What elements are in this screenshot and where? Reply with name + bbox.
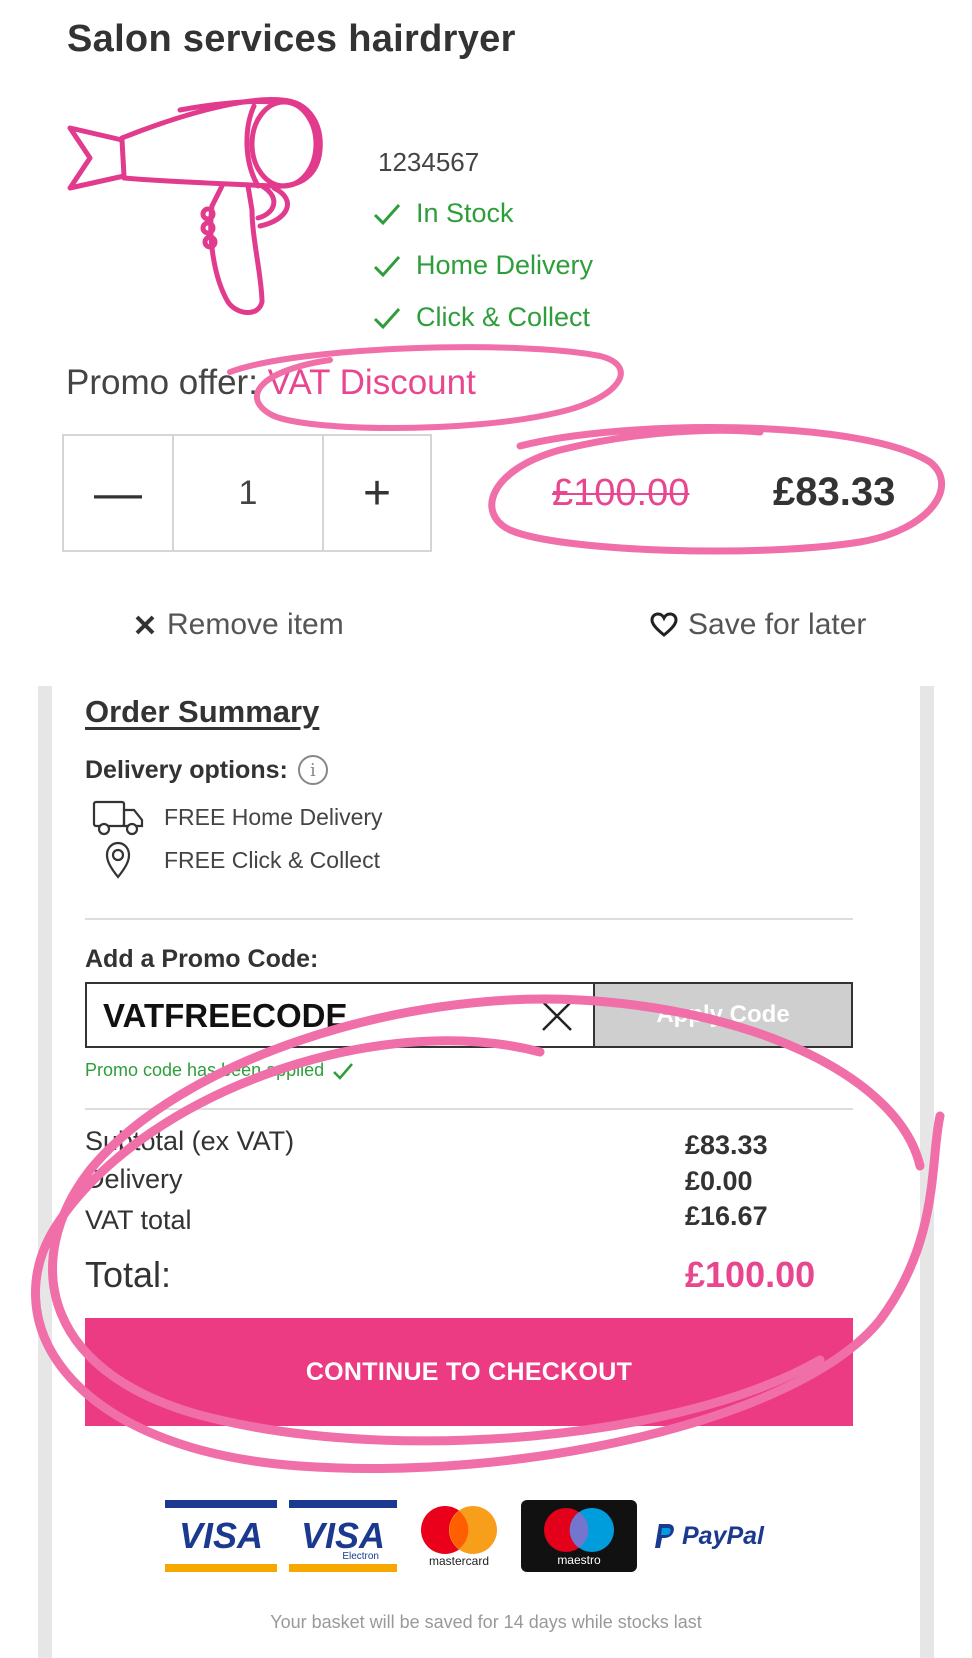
promo-status-message: Promo code has been applied — [85, 1060, 354, 1081]
maestro-logo: maestro — [521, 1500, 637, 1572]
stock-label: In Stock — [416, 198, 514, 228]
check-icon — [373, 255, 401, 277]
mastercard-circles-icon — [421, 1506, 497, 1554]
divider — [85, 1108, 853, 1110]
check-icon — [373, 307, 401, 329]
visa-logo: VISA — [165, 1500, 277, 1572]
visa-electron-subtext: Electron — [342, 1551, 379, 1562]
check-icon — [373, 203, 401, 225]
delivery-option-label: FREE Home Delivery — [164, 803, 383, 830]
stock-status-home-delivery: Home Delivery — [372, 250, 593, 281]
check-icon — [333, 1062, 354, 1080]
hairdryer-icon — [67, 97, 323, 315]
clear-promo-icon[interactable] — [539, 998, 575, 1034]
total-label: Total: — [85, 1254, 172, 1295]
stock-status-in-stock: In Stock — [372, 198, 514, 229]
promo-code-label: Add a Promo Code: — [85, 945, 319, 973]
basket-save-note: Your basket will be saved for 14 days wh… — [270, 1612, 702, 1632]
stock-label: Click & Collect — [416, 302, 591, 332]
delivery-options-label: Delivery options: — [85, 755, 288, 784]
delivery-option-home: FREE Home Delivery — [92, 798, 383, 836]
paypal-logo: PayPal — [649, 1500, 769, 1572]
remove-item-button[interactable]: Remove item — [133, 608, 344, 642]
delivery-value: £0.00 — [685, 1166, 753, 1196]
stock-label: Home Delivery — [416, 250, 594, 280]
visa-text: VISA — [178, 1515, 264, 1556]
paypal-text: PayPal — [681, 1521, 764, 1550]
mastercard-caption: mastercard — [428, 1554, 490, 1568]
original-price: £100.00 — [552, 472, 690, 514]
delivery-label: Delivery — [85, 1164, 183, 1194]
decrease-quantity-button[interactable]: — — [64, 436, 174, 550]
remove-item-label: Remove item — [167, 608, 344, 641]
promo-code-input[interactable] — [103, 994, 523, 1038]
quantity-value[interactable]: 1 — [174, 436, 324, 550]
paypal-icon — [654, 1524, 674, 1548]
promo-offer: Promo offer: VAT Discount — [66, 363, 476, 403]
product-sku: 1234567 — [378, 147, 480, 177]
quantity-stepper: — 1 + — [62, 434, 432, 552]
divider — [85, 918, 853, 920]
visa-electron-logo: VISA Electron — [289, 1500, 397, 1572]
mastercard-logo: mastercard — [409, 1500, 509, 1572]
save-for-later-button[interactable]: Save for later — [650, 608, 866, 642]
maestro-circles-icon — [544, 1508, 614, 1552]
delivery-option-label: FREE Click & Collect — [164, 846, 380, 873]
vat-total-label: VAT total — [85, 1205, 192, 1235]
delivery-option-collect: FREE Click & Collect — [92, 841, 380, 879]
subtotal-label: Subtotal (ex VAT) — [85, 1126, 295, 1156]
increase-quantity-button[interactable]: + — [324, 436, 430, 550]
location-pin-icon — [105, 841, 131, 879]
promo-status-text: Promo code has been applied — [85, 1060, 325, 1080]
info-icon[interactable]: i — [297, 755, 328, 785]
vat-total-value: £16.67 — [685, 1201, 768, 1231]
subtotal-value: £83.33 — [685, 1130, 768, 1160]
product-title: Salon services hairdryer — [67, 18, 516, 60]
promo-code-field — [85, 982, 595, 1048]
payment-methods: VISA VISA Electron mastercard maestro Pa… — [165, 1498, 815, 1574]
apply-code-button[interactable]: Apply Code — [593, 982, 853, 1048]
save-for-later-label: Save for later — [688, 608, 867, 641]
delivery-options-heading: Delivery options: i — [85, 755, 328, 785]
total-value: £100.00 — [685, 1254, 816, 1295]
discounted-price: £83.33 — [773, 470, 896, 514]
heart-icon — [650, 612, 678, 637]
continue-to-checkout-button[interactable]: CONTINUE TO CHECKOUT — [85, 1318, 853, 1426]
promo-offer-label: Promo offer: — [66, 363, 268, 402]
truck-icon — [92, 800, 144, 836]
order-summary-title: Order Summary — [85, 694, 320, 729]
stock-status-click-collect: Click & Collect — [372, 302, 590, 333]
promo-offer-value[interactable]: VAT Discount — [268, 363, 476, 402]
maestro-caption: maestro — [557, 1553, 601, 1567]
close-icon — [135, 615, 155, 635]
